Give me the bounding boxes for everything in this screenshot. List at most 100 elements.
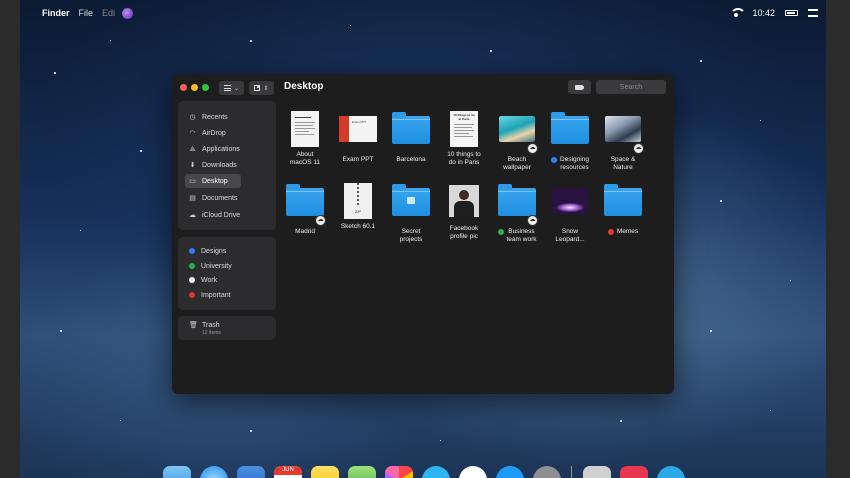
sidebar-tag-university[interactable]: University bbox=[185, 259, 241, 273]
file-label-line2: team work bbox=[506, 236, 537, 243]
file-label-line1: Memes bbox=[616, 228, 639, 235]
photos-dock-icon[interactable] bbox=[385, 466, 413, 478]
sidebar-item-label: Downloads bbox=[202, 161, 237, 169]
star bbox=[760, 120, 761, 121]
image-thumbnail bbox=[552, 188, 588, 214]
sidebar-item-label: Applications bbox=[202, 145, 240, 153]
file-label-line2: wallpaper bbox=[503, 164, 531, 171]
battery-icon[interactable] bbox=[785, 10, 798, 16]
sidebar-item-desktop[interactable]: ▭ Desktop bbox=[185, 174, 241, 188]
sidebar-item-icloud-drive[interactable]: ☁ iCloud Drive bbox=[185, 208, 241, 222]
file-label-line1: Madrid bbox=[295, 228, 315, 235]
music-dock-icon[interactable] bbox=[459, 466, 487, 478]
folder-icon bbox=[392, 112, 430, 144]
star bbox=[700, 60, 702, 62]
siri-icon[interactable] bbox=[122, 7, 134, 19]
maps-dock-icon[interactable] bbox=[348, 466, 376, 478]
file-space-nature[interactable]: ☁ Space & Nature bbox=[598, 111, 648, 172]
file-barcelona[interactable]: Barcelona bbox=[386, 111, 436, 164]
sidebar-item-applications[interactable]: ⟁ Applications bbox=[185, 142, 241, 156]
star bbox=[60, 330, 62, 332]
file-about-macos[interactable]: About macOS 11 bbox=[280, 111, 330, 167]
icloud-badge-icon: ☁ bbox=[527, 143, 538, 154]
system-preferences-dock-icon[interactable] bbox=[533, 466, 561, 478]
tag-color-dot bbox=[607, 229, 614, 235]
notes-dock-icon[interactable] bbox=[311, 466, 339, 478]
sidebar-tag-designs[interactable]: Designs bbox=[185, 244, 241, 258]
sidebar-tags: Designs University Work Important bbox=[178, 237, 276, 310]
tag-color-dot bbox=[189, 263, 195, 269]
menu-edit[interactable]: Edi bbox=[102, 8, 115, 18]
menu-bar: Finder File Edi 10:42 bbox=[20, 0, 826, 26]
star bbox=[54, 72, 56, 74]
sidebar-item-recents[interactable]: ◷ Recents bbox=[185, 110, 241, 124]
menu-file[interactable]: File bbox=[79, 8, 94, 18]
file-label-line1: Beach bbox=[507, 156, 527, 163]
star bbox=[140, 150, 142, 152]
list-icon bbox=[223, 85, 231, 91]
file-designing-resources[interactable]: Designing resources bbox=[545, 111, 595, 172]
sidebar-item-label: Designs bbox=[201, 247, 227, 255]
file-madrid[interactable]: ☁ Madrid bbox=[280, 183, 330, 236]
sidebar-item-label: Documents bbox=[202, 194, 238, 202]
file-exam-ppt[interactable]: Exam PPT Exam PPT bbox=[333, 111, 383, 164]
sidebar-item-documents[interactable]: ▤ Documents bbox=[185, 191, 241, 205]
trash-count: 12 items bbox=[202, 330, 221, 336]
tag-color-dot bbox=[551, 157, 558, 163]
safari-dock-icon[interactable] bbox=[200, 466, 228, 478]
mail-dock-icon[interactable] bbox=[237, 466, 265, 478]
zoom-button[interactable] bbox=[202, 84, 209, 91]
file-business-team-work[interactable]: ☁ Business team work bbox=[492, 183, 542, 244]
dock: JUN bbox=[151, 462, 711, 478]
finder-dock-icon[interactable] bbox=[163, 466, 191, 478]
icon-view-button[interactable]: ⇕ bbox=[249, 81, 274, 95]
minimize-button[interactable] bbox=[191, 84, 198, 91]
file-label-line1: 10 things to bbox=[447, 151, 481, 158]
star bbox=[250, 430, 252, 432]
file-paris-doc[interactable]: 10 things to do in Paris 10 things to do … bbox=[439, 111, 489, 167]
file-label-line2: projects bbox=[399, 236, 423, 243]
search-field[interactable]: Search bbox=[596, 80, 666, 94]
preview-dock-icon[interactable] bbox=[583, 466, 611, 478]
document-icon bbox=[291, 111, 319, 147]
clock[interactable]: 10:42 bbox=[752, 8, 775, 18]
sidebar-tag-important[interactable]: Important bbox=[185, 288, 241, 302]
file-label-line1: Designing bbox=[560, 156, 589, 163]
tags-button[interactable] bbox=[568, 80, 591, 94]
sidebar-item-label: University bbox=[201, 262, 232, 270]
list-view-button[interactable]: ⌄ bbox=[219, 81, 244, 95]
ppt-thumbnail-title: Exam PPT bbox=[352, 120, 367, 124]
downloads-dock-icon[interactable] bbox=[657, 466, 685, 478]
app-store-dock-icon[interactable] bbox=[496, 466, 524, 478]
file-facebook-profile[interactable]: Facebook profile pic bbox=[439, 183, 489, 241]
applications-icon: ⟁ bbox=[189, 145, 196, 153]
sidebar-item-airdrop[interactable]: ◠ AirDrop bbox=[185, 126, 241, 140]
wifi-icon[interactable] bbox=[730, 8, 747, 18]
star bbox=[120, 420, 121, 421]
lock-icon bbox=[407, 197, 415, 204]
close-button[interactable] bbox=[180, 84, 187, 91]
file-label-line1: Secret bbox=[401, 228, 421, 235]
file-memes[interactable]: Memes bbox=[598, 183, 648, 236]
file-sketch-zip[interactable]: ZIP Sketch 60.1 bbox=[333, 183, 383, 231]
file-beach-wallpaper[interactable]: ☁ Beach wallpaper bbox=[492, 111, 542, 172]
sidebar-item-label: iCloud Drive bbox=[202, 211, 241, 219]
airdrop-icon: ◠ bbox=[189, 129, 196, 137]
star bbox=[620, 420, 622, 422]
calendar-month-label: JUN bbox=[274, 466, 302, 475]
sidebar-item-downloads[interactable]: ⬇ Downloads bbox=[185, 158, 241, 172]
calendar-dock-icon[interactable]: JUN bbox=[274, 466, 302, 478]
news-dock-icon[interactable] bbox=[620, 466, 648, 478]
file-label-line1: Snow bbox=[561, 228, 579, 235]
star bbox=[790, 280, 791, 281]
control-center-icon[interactable] bbox=[808, 9, 818, 17]
star bbox=[80, 230, 81, 231]
star bbox=[770, 410, 771, 411]
sidebar-tag-work[interactable]: Work bbox=[185, 273, 241, 287]
file-snow-leopard[interactable]: Snow Leopard... bbox=[545, 183, 595, 244]
menu-app-name[interactable]: Finder bbox=[42, 8, 70, 18]
sidebar-trash[interactable]: 🗑 Trash 12 items bbox=[178, 316, 276, 340]
file-label-line2: Leopard... bbox=[555, 236, 585, 243]
messages-dock-icon[interactable] bbox=[422, 466, 450, 478]
file-secret-projects[interactable]: Secret projects bbox=[386, 183, 436, 244]
